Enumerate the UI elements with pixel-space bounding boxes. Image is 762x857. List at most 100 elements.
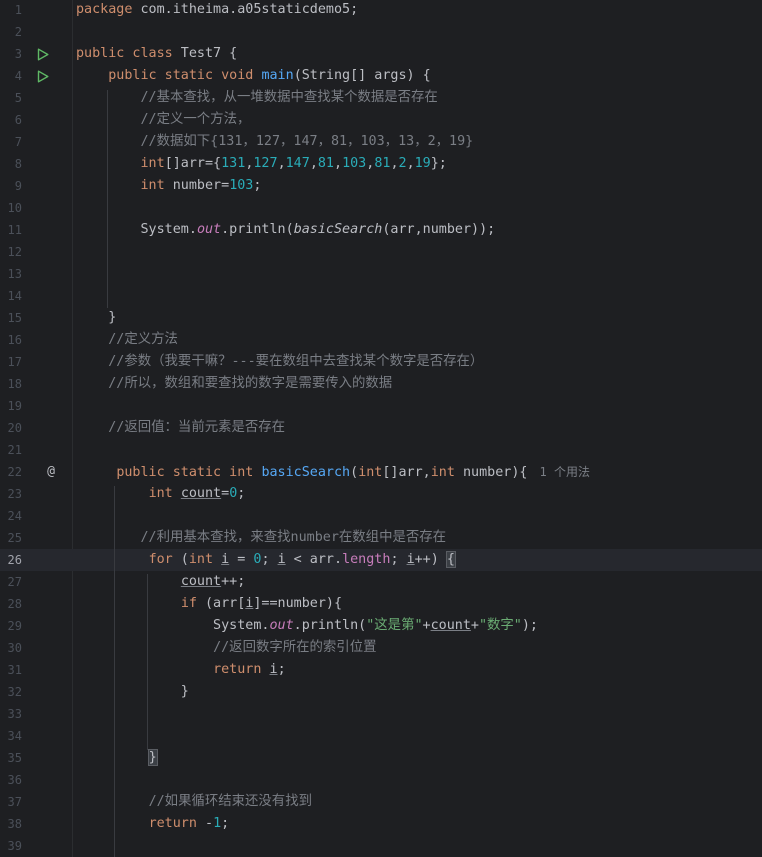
code-text: //如果循环结束还没有找到	[76, 791, 312, 813]
code-token: //返回数字所在的索引位置	[213, 640, 377, 655]
code-token: //基本查找，从一堆数据中查找某个数据是否存在	[140, 90, 438, 105]
code-line[interactable]: 10	[0, 197, 762, 219]
line-number: 3	[14, 47, 22, 61]
code-token: return	[213, 662, 262, 677]
code-text: int count=0;	[76, 483, 246, 505]
code-token: //定义方法	[108, 332, 178, 347]
code-text: int[]arr={131,127,147,81,103,81,2,19};	[76, 153, 447, 175]
line-number: 39	[7, 839, 22, 853]
code-token: //定义一个方法，	[140, 112, 251, 127]
line-number: 18	[7, 377, 22, 391]
code-token: count	[180, 574, 222, 589]
indent-guide	[114, 486, 115, 857]
code-token: 2	[398, 156, 407, 171]
code-text: //返回值：当前元素是否存在	[76, 417, 285, 439]
line-number: 14	[7, 289, 22, 303]
code-token: System.	[76, 618, 270, 633]
code-token: basicSearch	[261, 465, 351, 480]
code-token: //如果循环结束还没有找到	[148, 794, 312, 809]
code-line[interactable]: 4 public static void main(String[] args)…	[0, 65, 762, 87]
code-line[interactable]: 21	[0, 439, 762, 461]
code-line[interactable]: 1 package com.itheima.a05staticdemo5;	[0, 0, 762, 21]
line-number: 35	[7, 751, 22, 765]
code-token: };	[430, 156, 447, 171]
code-token: //参数（我要干嘛？---要在数组中去查找某个数字是否存在）	[108, 354, 484, 369]
code-token: (arr,number));	[382, 222, 496, 237]
line-number: 2	[14, 25, 22, 39]
code-line[interactable]: 18 //所以，数组和要查找的数字是需要传入的数据	[0, 373, 762, 395]
code-line[interactable]: 8 int[]arr={131,127,147,81,103,81,2,19};	[0, 153, 762, 175]
usage-hint[interactable]: 1 个用法	[540, 465, 590, 479]
line-number: 29	[7, 619, 22, 633]
line-number: 34	[7, 729, 22, 743]
code-token: i	[277, 552, 286, 567]
code-line[interactable]: 15 }	[0, 307, 762, 329]
code-line[interactable]: 11 System.out.println(basicSearch(arr,nu…	[0, 219, 762, 241]
line-number: 37	[7, 795, 22, 809]
code-line[interactable]: 20 //返回值：当前元素是否存在	[0, 417, 762, 439]
code-line[interactable]: 7 //数据如下{131，127，147，81，103，13，2，19}	[0, 131, 762, 153]
code-editor[interactable]: 1 package com.itheima.a05staticdemo5; 2 3 pu…	[0, 0, 762, 857]
code-line[interactable]: 14	[0, 285, 762, 307]
code-token: 103	[229, 178, 254, 193]
code-token: number){	[454, 465, 528, 480]
code-token: ++)	[414, 552, 447, 567]
code-token: //所以，数组和要查找的数字是需要传入的数据	[108, 376, 393, 391]
implementation-icon[interactable]: @	[44, 461, 58, 483]
code-text: //参数（我要干嘛？---要在数组中去查找某个数字是否存在）	[76, 351, 483, 373]
code-text: return -1;	[76, 813, 230, 835]
code-token: .println(	[221, 222, 294, 237]
code-token: 1	[213, 816, 222, 831]
code-token: 19	[414, 156, 431, 171]
code-token: public static int	[116, 465, 254, 480]
code-line[interactable]: 17 //参数（我要干嘛？---要在数组中去查找某个数字是否存在）	[0, 351, 762, 373]
code-line[interactable]: 13	[0, 263, 762, 285]
code-token: count	[180, 486, 222, 501]
line-number: 10	[7, 201, 22, 215]
code-token: }	[147, 749, 158, 766]
code-token: count	[430, 618, 471, 633]
code-line[interactable]: 5 //基本查找，从一堆数据中查找某个数据是否存在	[0, 87, 762, 109]
line-number: 27	[7, 575, 22, 589]
code-line[interactable]: 12	[0, 241, 762, 263]
line-number: 25	[7, 531, 22, 545]
run-icon[interactable]	[36, 65, 50, 87]
line-number: 17	[7, 355, 22, 369]
code-line[interactable]: 22 @ public static int basicSearch(int[]a…	[0, 461, 762, 483]
run-icon[interactable]	[36, 43, 50, 65]
code-token: ,	[390, 156, 399, 171]
code-token: int	[430, 465, 455, 480]
code-token: 131	[221, 156, 246, 171]
code-line[interactable]: 3 public class Test7 {	[0, 43, 762, 65]
code-text: //定义一个方法，	[76, 109, 251, 131]
code-token: int	[188, 552, 214, 567]
code-text: }	[76, 747, 158, 769]
line-number: 26	[7, 553, 22, 567]
code-token: ]==number){	[253, 596, 343, 611]
code-token: ;	[390, 552, 407, 567]
code-token: "这是第"	[366, 618, 423, 633]
code-token: //数据如下{131，127，147，81，103，13，2，19}	[140, 134, 474, 149]
code-text: public class Test7 {	[76, 43, 237, 65]
code-line[interactable]: 6 //定义一个方法，	[0, 109, 762, 131]
code-line[interactable]: 19	[0, 395, 762, 417]
indent-guide	[147, 574, 148, 750]
code-line[interactable]: 2	[0, 21, 762, 43]
code-token: public class	[76, 46, 173, 61]
line-number: 5	[14, 91, 22, 105]
code-line[interactable]: 9 int number=103;	[0, 175, 762, 197]
code-text: }	[76, 681, 189, 703]
line-number: 38	[7, 817, 22, 831]
code-token: ;	[253, 178, 262, 193]
code-token: {	[445, 551, 456, 568]
code-line[interactable]: 16 //定义方法	[0, 329, 762, 351]
